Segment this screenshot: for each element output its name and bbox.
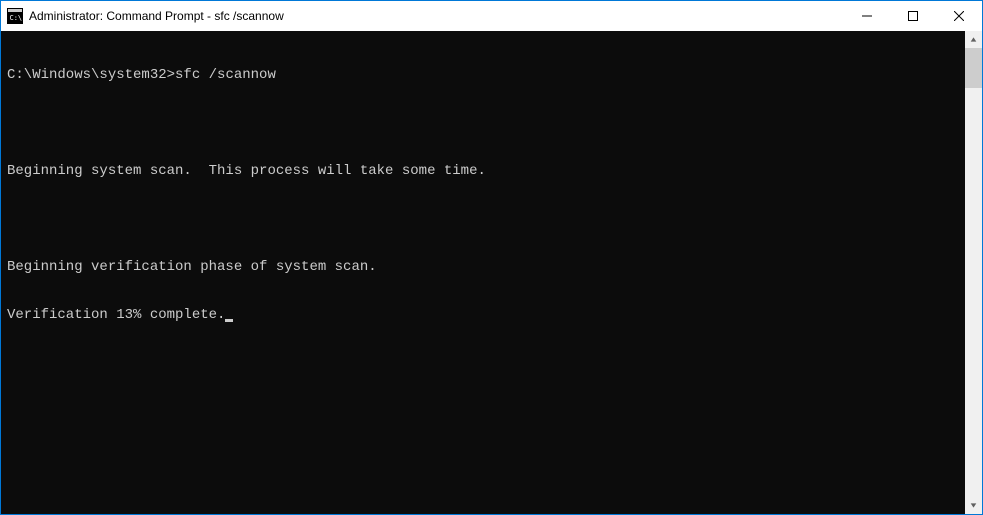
terminal-line (7, 115, 965, 131)
scrollbar-thumb[interactable] (965, 48, 982, 88)
minimize-button[interactable] (844, 1, 890, 31)
close-button[interactable] (936, 1, 982, 31)
prompt: C:\Windows\system32> (7, 67, 175, 83)
titlebar[interactable]: C:\ Administrator: Command Prompt - sfc … (1, 1, 982, 31)
progress-text: Verification 13% complete. (7, 307, 225, 323)
scrollbar-track[interactable] (965, 48, 982, 497)
svg-text:C:\: C:\ (10, 14, 23, 22)
terminal-line: Beginning system scan. This process will… (7, 163, 965, 179)
scroll-up-button[interactable] (965, 31, 982, 48)
terminal-line: C:\Windows\system32>sfc /scannow (7, 67, 965, 83)
terminal-line: Beginning verification phase of system s… (7, 259, 965, 275)
command: sfc /scannow (175, 67, 276, 83)
cmd-icon: C:\ (7, 8, 23, 24)
terminal-output[interactable]: C:\Windows\system32>sfc /scannow Beginni… (1, 31, 965, 514)
command-prompt-window: C:\ Administrator: Command Prompt - sfc … (0, 0, 983, 515)
vertical-scrollbar[interactable] (965, 31, 982, 514)
window-title: Administrator: Command Prompt - sfc /sca… (29, 9, 844, 23)
scroll-down-button[interactable] (965, 497, 982, 514)
cursor (225, 319, 233, 322)
terminal-line (7, 211, 965, 227)
window-controls (844, 1, 982, 31)
content-wrapper: C:\Windows\system32>sfc /scannow Beginni… (1, 31, 982, 514)
maximize-button[interactable] (890, 1, 936, 31)
terminal-line: Verification 13% complete. (7, 307, 965, 323)
